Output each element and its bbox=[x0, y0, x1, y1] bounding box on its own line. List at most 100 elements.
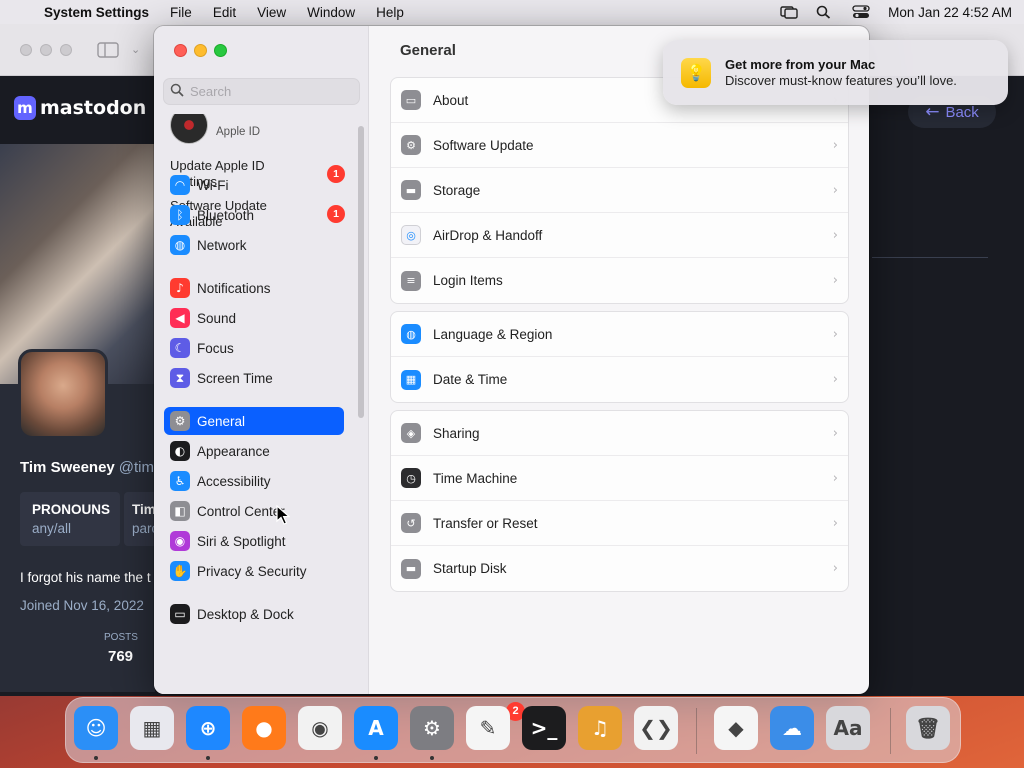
safari-icon[interactable]: ⊕ bbox=[186, 706, 230, 750]
weather-icon[interactable]: ☁ bbox=[770, 706, 814, 750]
browser-minimize-button[interactable] bbox=[40, 44, 52, 56]
menu-view[interactable]: View bbox=[257, 5, 286, 20]
search-field[interactable] bbox=[163, 78, 360, 105]
sidebar-item-label: Sound bbox=[197, 310, 237, 326]
sidebar-item-label: Network bbox=[197, 237, 247, 253]
sidebar-scrollbar[interactable] bbox=[358, 126, 364, 418]
launchpad-icon[interactable]: ▦ bbox=[130, 706, 174, 750]
row-date-time[interactable]: ▦ Date & Time › bbox=[391, 357, 848, 402]
row-login-items[interactable]: ≡ Login Items › bbox=[391, 258, 848, 303]
sidebar-item-desktop-dock[interactable]: ▭ Desktop & Dock bbox=[164, 600, 344, 628]
terminal-icon[interactable]: >_ bbox=[522, 706, 566, 750]
menu-bar: System Settings File Edit View Window He… bbox=[0, 0, 1024, 24]
finder-icon[interactable]: ☺ bbox=[74, 706, 118, 750]
row-software-update[interactable]: ⚙ Software Update › bbox=[391, 123, 848, 168]
sidebar-item-general[interactable]: ⚙ General bbox=[164, 407, 344, 435]
menu-bar-clock[interactable]: Mon Jan 22 4:52 AM bbox=[888, 5, 1012, 20]
search-input[interactable] bbox=[190, 84, 360, 99]
row-transfer-or-reset[interactable]: ↺ Transfer or Reset › bbox=[391, 501, 848, 546]
sidebar-item-label: Appearance bbox=[197, 443, 270, 459]
textedit-icon[interactable]: ✎ bbox=[466, 706, 510, 750]
control-center-icon[interactable] bbox=[852, 5, 870, 19]
sidebar-item-wi-fi[interactable]: ◠ Wi-Fi bbox=[164, 171, 344, 199]
trash-icon[interactable]: 🗑 bbox=[906, 706, 950, 750]
mastodon-icon: m bbox=[14, 96, 36, 120]
profile-avatar[interactable] bbox=[18, 349, 108, 439]
sidebar-item-appearance[interactable]: ◐ Appearance bbox=[164, 437, 344, 465]
menu-edit[interactable]: Edit bbox=[213, 5, 236, 20]
row-language-region[interactable]: ◍ Language & Region › bbox=[391, 312, 848, 357]
apple-id-row[interactable]: Apple ID bbox=[170, 114, 260, 144]
font-book-icon[interactable]: Aa bbox=[826, 706, 870, 750]
settings-group: ▭ About › ⚙ Software Update › ▬ Storage › ◎ AirDro… bbox=[390, 77, 849, 304]
sidebar-item-label: Wi-Fi bbox=[197, 177, 229, 193]
search-icon bbox=[170, 83, 184, 100]
browser-close-button[interactable] bbox=[20, 44, 32, 56]
airdrop-icon: ◎ bbox=[401, 225, 421, 245]
field-label: Tim bbox=[132, 502, 156, 517]
visual-studio-icon[interactable]: ◆ bbox=[714, 706, 758, 750]
chevron-right-icon: › bbox=[832, 372, 838, 387]
speaker-icon: ◀ bbox=[170, 308, 190, 328]
menu-app-name[interactable]: System Settings bbox=[44, 5, 149, 20]
disk-icon: ▬ bbox=[401, 558, 421, 579]
sidebar-item-label: Siri & Spotlight bbox=[197, 533, 286, 549]
sidebar-item-network[interactable]: ◍ Network bbox=[164, 231, 344, 259]
sidebar-item-siri-spotlight[interactable]: ◉ Siri & Spotlight bbox=[164, 527, 344, 555]
system-settings-icon[interactable]: ⚙ bbox=[410, 706, 454, 750]
menu-help[interactable]: Help bbox=[376, 5, 404, 20]
profile-card: Tim Sweeney @tim PRONOUNS any/all Tim par… bbox=[0, 144, 164, 692]
chrome-icon[interactable]: ◉ bbox=[298, 706, 342, 750]
chevron-right-icon: › bbox=[832, 326, 838, 342]
time-machine-icon: ◷ bbox=[401, 468, 421, 488]
row-sharing[interactable]: ◈ Sharing › bbox=[391, 411, 848, 456]
apple-id-label: Apple ID bbox=[216, 126, 261, 138]
hand-icon: ✋ bbox=[170, 561, 190, 581]
running-indicator bbox=[206, 756, 210, 760]
sidebar-item-privacy-security[interactable]: ✋ Privacy & Security bbox=[164, 557, 344, 585]
sidebar-item-control-center[interactable]: ◧ Control Center bbox=[164, 497, 344, 525]
sidebar-item-screen-time[interactable]: ⧗ Screen Time bbox=[164, 364, 344, 392]
browser-zoom-button[interactable] bbox=[60, 44, 72, 56]
chevron-right-icon: › bbox=[832, 515, 838, 531]
screen-mirroring-icon[interactable] bbox=[780, 5, 798, 19]
sidebar-item-accessibility[interactable]: ♿ Accessibility bbox=[164, 467, 344, 495]
garageband-icon[interactable]: ♫ bbox=[578, 706, 622, 750]
sidebar-item-bluetooth[interactable]: ᛒ Bluetooth bbox=[164, 201, 344, 229]
vscode-icon[interactable]: ❮❯ bbox=[634, 706, 678, 750]
bell-icon: ♪ bbox=[170, 278, 190, 298]
apple-id-avatar bbox=[170, 114, 208, 144]
row-startup-disk[interactable]: ▬ Startup Disk › bbox=[391, 546, 848, 591]
app-store-icon[interactable]: A bbox=[354, 706, 398, 750]
window-minimize-button[interactable] bbox=[194, 44, 207, 57]
menu-file[interactable]: File bbox=[170, 5, 192, 20]
window-zoom-button[interactable] bbox=[214, 44, 227, 57]
sidebar-item-label: Bluetooth bbox=[197, 207, 255, 223]
sidebar-item-label: General bbox=[197, 413, 246, 429]
mastodon-logo[interactable]: m mastodon bbox=[14, 96, 146, 120]
running-indicator bbox=[430, 756, 434, 760]
row-time-machine[interactable]: ◷ Time Machine › bbox=[391, 456, 848, 501]
sidebar-item-notifications[interactable]: ♪ Notifications bbox=[164, 274, 344, 302]
tips-lightbulb-icon: 💡 bbox=[681, 57, 711, 88]
sidebar-toggle-icon[interactable] bbox=[97, 42, 119, 61]
menu-window[interactable]: Window bbox=[307, 5, 355, 20]
list-icon: ≡ bbox=[401, 270, 421, 291]
globe-icon: ◍ bbox=[170, 235, 190, 255]
firefox-icon[interactable]: ● bbox=[242, 706, 286, 750]
chevron-down-icon[interactable]: ⌄ bbox=[131, 43, 140, 56]
dock-separator bbox=[890, 708, 891, 754]
posts-count[interactable]: 769 bbox=[108, 648, 133, 665]
gear-icon: ⚙ bbox=[401, 135, 421, 155]
storage-icon: ▬ bbox=[401, 180, 421, 200]
notification-banner[interactable]: 💡 Get more from your Mac Discover must-k… bbox=[663, 40, 1008, 105]
sidebar-item-sound[interactable]: ◀ Sound bbox=[164, 304, 344, 332]
appearance-icon: ◐ bbox=[170, 441, 190, 461]
window-close-button[interactable] bbox=[174, 44, 187, 57]
row-storage[interactable]: ▬ Storage › bbox=[391, 168, 848, 213]
spotlight-search-icon[interactable] bbox=[816, 5, 834, 19]
globe-icon: ◍ bbox=[401, 324, 421, 344]
sidebar-item-label: Desktop & Dock bbox=[197, 606, 294, 622]
row-airdrop-handoff[interactable]: ◎ AirDrop & Handoff › bbox=[391, 213, 848, 258]
sidebar-item-focus[interactable]: ☾ Focus bbox=[164, 334, 344, 362]
